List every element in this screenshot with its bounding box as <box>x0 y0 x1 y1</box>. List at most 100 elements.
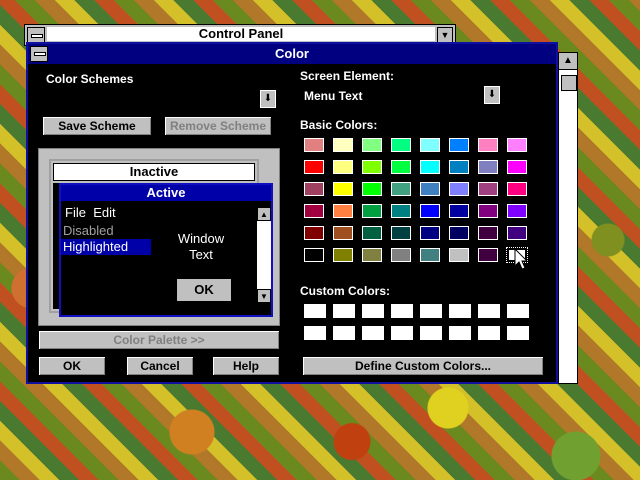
basic-colors-label: Basic Colors: <box>300 118 378 132</box>
basic-color-swatch[interactable] <box>507 138 527 152</box>
basic-color-swatch[interactable] <box>362 182 382 196</box>
basic-color-swatch[interactable] <box>420 226 440 240</box>
cancel-button[interactable]: Cancel <box>126 356 194 376</box>
basic-color-swatch[interactable] <box>333 182 353 196</box>
basic-color-swatch[interactable] <box>449 204 469 218</box>
basic-color-swatch[interactable] <box>420 160 440 174</box>
custom-color-swatch[interactable] <box>507 326 529 340</box>
basic-color-swatch[interactable] <box>391 160 411 174</box>
preview-active-title[interactable]: Active <box>61 185 271 201</box>
basic-color-swatch[interactable] <box>362 248 382 262</box>
color-dialog-titlebar[interactable]: Color <box>28 44 556 64</box>
basic-color-swatch[interactable] <box>420 204 440 218</box>
basic-color-swatch[interactable] <box>478 182 498 196</box>
preview-menu-bar[interactable]: File Edit <box>65 205 116 220</box>
basic-color-swatch[interactable] <box>333 248 353 262</box>
scroll-up-arrow-icon[interactable]: ▲ <box>559 53 577 70</box>
custom-color-swatch[interactable] <box>333 304 355 318</box>
scroll-down-icon[interactable]: ▼ <box>257 289 271 303</box>
custom-color-swatch[interactable] <box>333 326 355 340</box>
custom-color-swatch[interactable] <box>478 304 500 318</box>
basic-color-swatch[interactable] <box>362 226 382 240</box>
basic-color-swatch[interactable] <box>362 138 382 152</box>
custom-color-swatch[interactable] <box>478 326 500 340</box>
ok-button[interactable]: OK <box>38 356 106 376</box>
screen-element-dropdown[interactable]: ⬇ <box>484 86 500 104</box>
screen-element-value[interactable]: Menu Text <box>304 89 362 103</box>
basic-color-swatch[interactable] <box>478 248 498 262</box>
basic-color-swatch[interactable] <box>449 182 469 196</box>
custom-color-swatch[interactable] <box>420 326 442 340</box>
dialog-system-menu[interactable] <box>30 46 48 62</box>
basic-color-swatch[interactable] <box>449 160 469 174</box>
basic-color-swatch[interactable] <box>333 160 353 174</box>
basic-color-swatch[interactable] <box>507 204 527 218</box>
basic-color-swatch[interactable] <box>449 226 469 240</box>
basic-color-swatch[interactable] <box>449 138 469 152</box>
scroll-thumb[interactable] <box>561 75 577 91</box>
custom-color-swatch[interactable] <box>449 304 471 318</box>
custom-color-swatch[interactable] <box>304 304 326 318</box>
basic-color-swatch[interactable] <box>304 182 324 196</box>
basic-color-swatch[interactable] <box>333 226 353 240</box>
preview-menu-edit[interactable]: Edit <box>93 205 115 220</box>
custom-color-swatch[interactable] <box>420 304 442 318</box>
preview-inactive-title[interactable]: Inactive <box>53 163 255 181</box>
basic-color-swatch[interactable] <box>420 248 440 262</box>
preview-active-window[interactable]: Active File Edit Disabled Highlighted Wi… <box>59 183 273 317</box>
dialog-scrollbar[interactable]: ▲ <box>558 52 578 384</box>
basic-color-swatch[interactable] <box>478 204 498 218</box>
custom-color-swatch[interactable] <box>391 304 413 318</box>
basic-color-swatch[interactable] <box>507 182 527 196</box>
basic-color-swatch[interactable] <box>478 160 498 174</box>
basic-color-swatch[interactable] <box>391 226 411 240</box>
basic-color-swatch[interactable] <box>304 204 324 218</box>
basic-color-swatch[interactable] <box>304 248 324 262</box>
scroll-up-icon[interactable]: ▲ <box>257 207 271 221</box>
dialog-title: Color <box>275 46 309 61</box>
basic-color-swatch[interactable] <box>304 160 324 174</box>
basic-color-swatch[interactable] <box>362 204 382 218</box>
basic-color-swatch[interactable] <box>478 226 498 240</box>
define-custom-colors-button[interactable]: Define Custom Colors... <box>302 356 544 376</box>
color-dialog: Color Color Schemes ⬇ Save Scheme Remove… <box>26 42 578 384</box>
basic-color-swatch[interactable] <box>420 182 440 196</box>
preview-highlighted-text[interactable]: Highlighted <box>61 239 151 255</box>
basic-color-swatch[interactable] <box>507 160 527 174</box>
help-button[interactable]: Help <box>212 356 280 376</box>
basic-color-swatch[interactable] <box>391 138 411 152</box>
preview-ok-button[interactable]: OK <box>175 277 233 303</box>
screen-element-label: Screen Element: <box>300 69 395 83</box>
basic-color-swatch[interactable] <box>391 204 411 218</box>
color-palette-button[interactable]: Color Palette >> <box>38 330 280 350</box>
custom-color-swatch[interactable] <box>391 326 413 340</box>
custom-color-swatch[interactable] <box>362 304 384 318</box>
custom-color-swatch[interactable] <box>449 326 471 340</box>
basic-color-swatch[interactable] <box>449 248 469 262</box>
basic-color-swatch[interactable] <box>391 182 411 196</box>
basic-color-swatch[interactable] <box>362 160 382 174</box>
basic-color-swatch[interactable] <box>507 226 527 240</box>
custom-color-swatch[interactable] <box>507 304 529 318</box>
control-panel-title: Control Panel <box>47 27 435 41</box>
control-panel-system-menu[interactable] <box>27 27 45 43</box>
preview-menu-file[interactable]: File <box>65 205 86 220</box>
basic-color-swatch[interactable] <box>420 138 440 152</box>
basic-color-swatch[interactable] <box>304 226 324 240</box>
control-panel-minimize-button[interactable]: ▼ <box>437 27 453 43</box>
custom-color-swatch[interactable] <box>304 326 326 340</box>
custom-color-swatch[interactable] <box>362 326 384 340</box>
save-scheme-button[interactable]: Save Scheme <box>42 116 152 136</box>
basic-color-swatch[interactable] <box>478 138 498 152</box>
basic-color-swatch[interactable] <box>304 138 324 152</box>
preview-scrollbar[interactable]: ▲ ▼ <box>256 207 271 303</box>
remove-scheme-button[interactable]: Remove Scheme <box>164 116 272 136</box>
basic-color-swatch[interactable] <box>333 138 353 152</box>
preview-disabled-text[interactable]: Disabled <box>63 223 114 238</box>
basic-color-swatch[interactable] <box>391 248 411 262</box>
custom-colors-label: Custom Colors: <box>300 284 390 298</box>
preview-window-text[interactable]: Window Text <box>169 231 233 263</box>
scheme-preview[interactable]: Inactive Active File Edit Disabled Highl… <box>38 148 280 326</box>
color-schemes-dropdown[interactable]: ⬇ <box>260 90 276 108</box>
basic-color-swatch[interactable] <box>333 204 353 218</box>
